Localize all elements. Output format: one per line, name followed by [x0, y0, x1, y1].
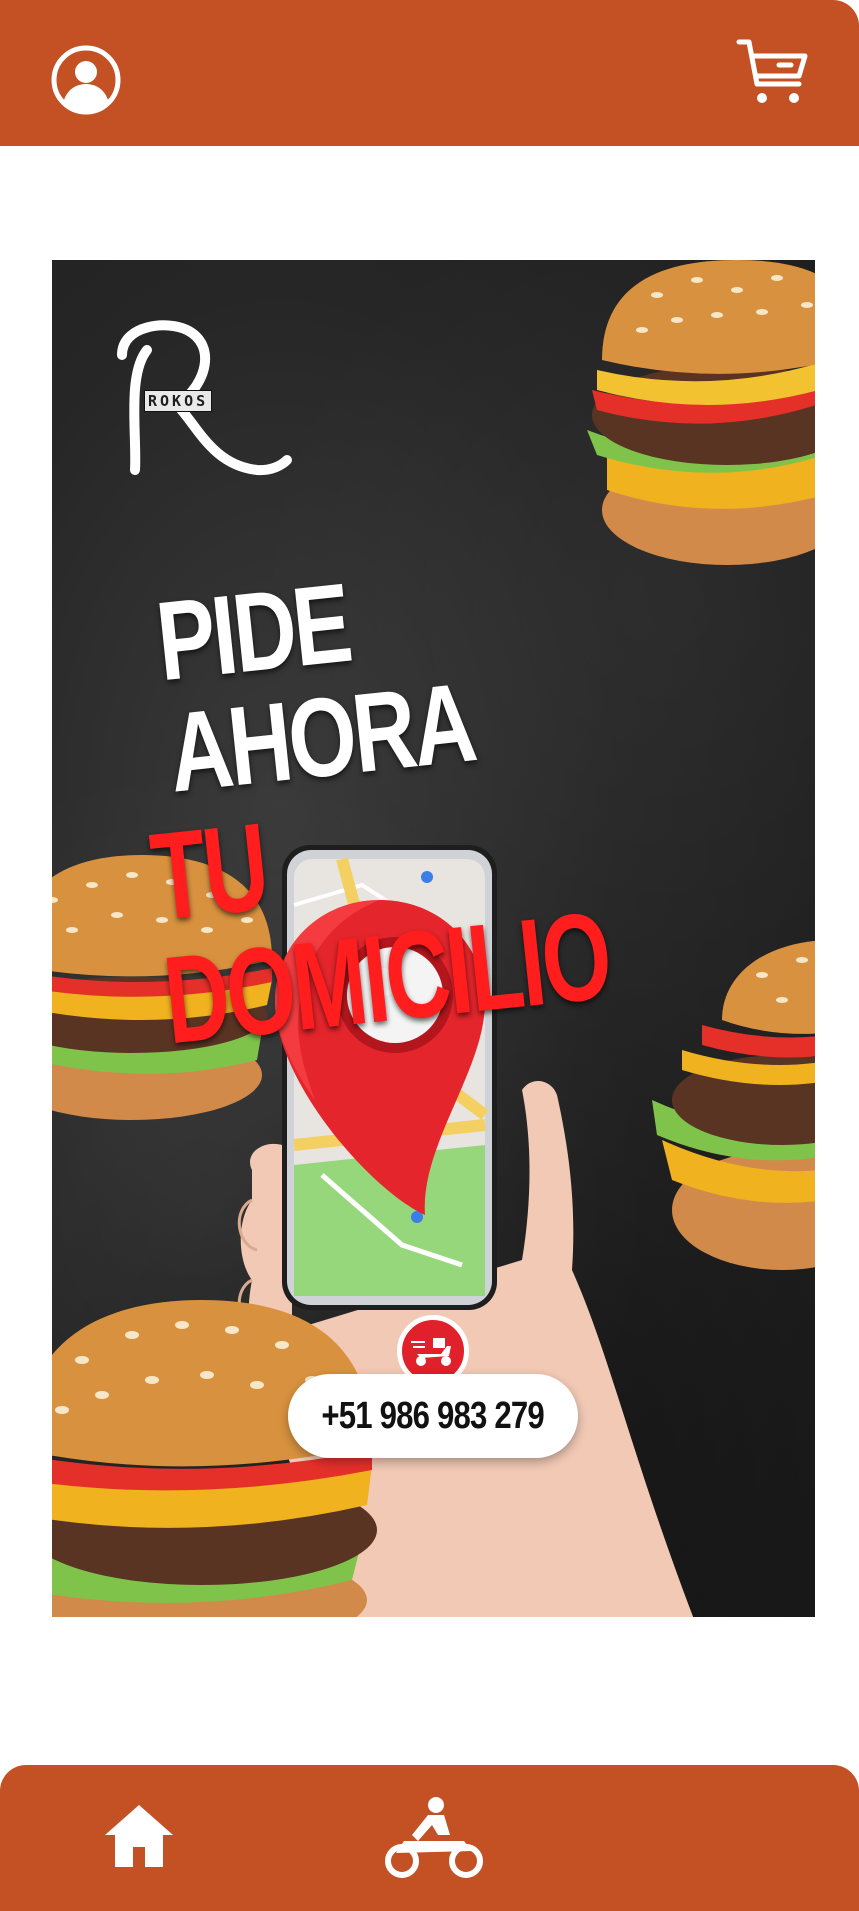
nav-home-button[interactable]: [103, 1803, 175, 1869]
profile-button[interactable]: [50, 44, 122, 116]
cart-icon: [736, 39, 808, 103]
promo-banner: PIDE AHORA TU DOMICILIO ROKOS +51 986 98…: [52, 260, 815, 1617]
brand-name: ROKOS: [144, 390, 213, 412]
phone-number: +51 986 983 279: [321, 1394, 545, 1437]
nav-delivery-button[interactable]: [382, 1795, 486, 1879]
headline-line-1: PIDE AHORA: [151, 559, 479, 816]
home-icon: [105, 1805, 173, 1867]
headline-line-2: TU DOMICILIO: [145, 797, 616, 1071]
delivery-motorbike-icon: [385, 1797, 483, 1878]
bottom-nav: [0, 1765, 859, 1911]
promo-headline: PIDE AHORA TU DOMICILIO: [122, 522, 815, 1071]
user-circle-icon: [51, 45, 121, 115]
delivery-scooter-icon: [411, 1338, 451, 1366]
cart-button[interactable]: [735, 36, 809, 110]
burger-image-top-right: [587, 260, 815, 565]
phone-number-pill: +51 986 983 279: [288, 1374, 578, 1458]
top-app-bar: [0, 0, 859, 146]
